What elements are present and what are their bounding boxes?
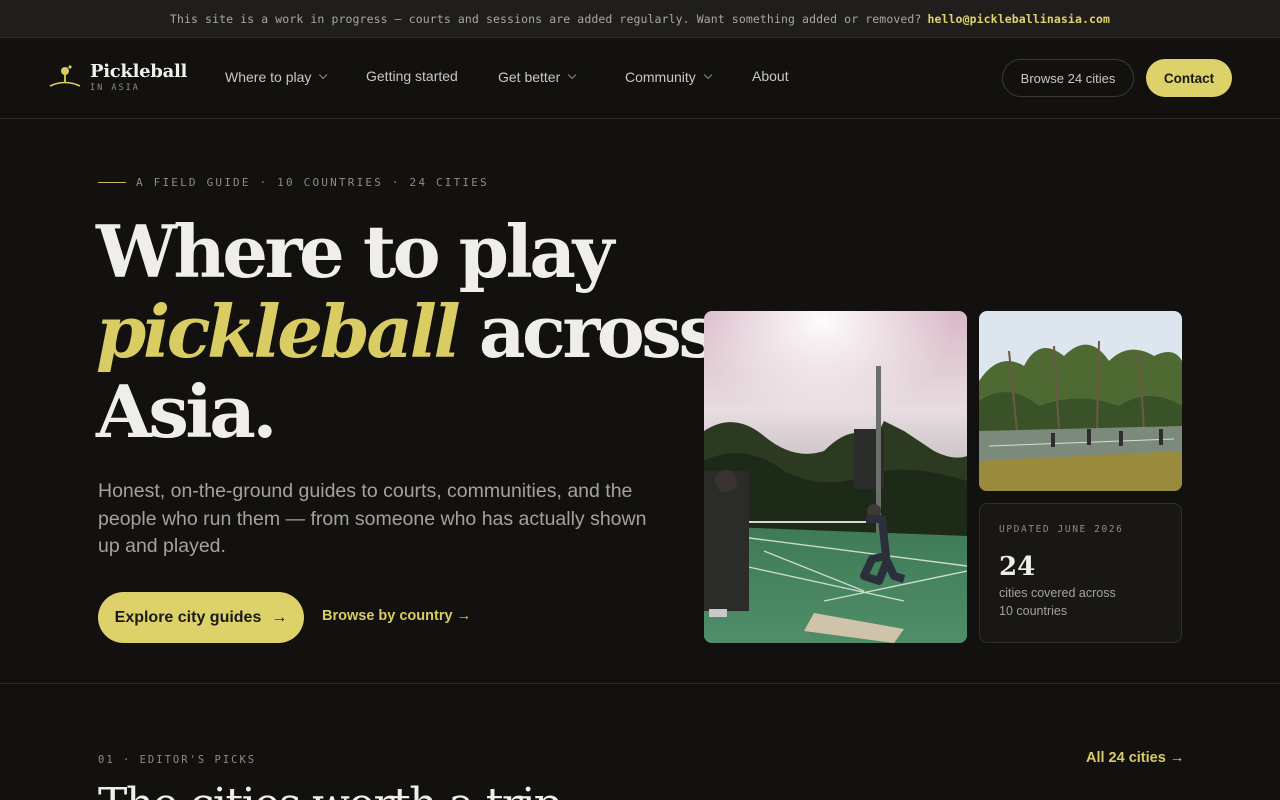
nav-about[interactable]: About <box>752 68 789 84</box>
section-title: The cities worth a trip <box>98 780 562 800</box>
updated-label: UPDATED JUNE 2026 <box>999 524 1124 535</box>
brand-tagline: IN ASIA <box>90 83 140 93</box>
hero-lede: Honest, on-the-ground guides to courts, … <box>98 480 647 557</box>
paddle-logo-icon <box>48 62 82 92</box>
nav-label: Get better <box>498 69 561 85</box>
all-cities-link[interactable]: All 24 cities → <box>1086 750 1184 766</box>
browse-by-country-link[interactable]: Browse by country → <box>322 608 471 624</box>
announcement-bar: This site is a work in progress — courts… <box>0 0 1280 38</box>
park-courts-photo <box>979 311 1182 491</box>
headline-line-2: across <box>478 289 719 374</box>
brand-name: Pickleball <box>90 61 188 82</box>
site-logo[interactable]: Pickleball IN ASIA <box>48 62 187 93</box>
section-divider <box>0 683 1280 684</box>
arrow-right-icon: → <box>456 608 472 624</box>
arrow-right-icon: → <box>271 608 288 626</box>
coverage-stat-card: UPDATED JUNE 2026 24 cities covered acro… <box>979 503 1182 643</box>
announcement-text: This site is a work in progress — courts… <box>169 11 922 26</box>
hero-headline: Where to play pickleball across Asia. <box>96 209 719 454</box>
headline-line-1: Where to play <box>96 209 614 294</box>
coverage-description: cities covered across 10 countries <box>999 586 1116 618</box>
cta-label: Explore city guides <box>114 608 262 626</box>
headline-line-3: Asia. <box>96 369 277 454</box>
link-label: Browse by country <box>322 608 453 624</box>
nav-getting-started[interactable]: Getting started <box>366 68 458 84</box>
nav-label: Getting started <box>366 68 458 84</box>
headline-emphasis: pickleball <box>96 289 461 374</box>
nav-get-better[interactable]: Get better <box>498 69 577 85</box>
link-label: All 24 cities <box>1086 750 1166 766</box>
hero-eyebrow: A FIELD GUIDE · 10 COUNTRIES · 24 CITIES <box>98 176 489 189</box>
court-evening-photo <box>704 311 967 643</box>
cities-count: 24 <box>999 552 1036 582</box>
chevron-down-icon <box>568 70 577 80</box>
chevron-down-icon <box>319 70 328 80</box>
eyebrow-text: A FIELD GUIDE · 10 COUNTRIES · 24 CITIES <box>136 176 489 189</box>
arrow-right-icon: → <box>1169 750 1185 766</box>
explore-city-guides-button[interactable]: Explore city guides → <box>98 592 304 643</box>
main-nav: Pickleball IN ASIA Where to play Getting… <box>0 38 1280 119</box>
browse-cities-button[interactable]: Browse 24 cities <box>1002 59 1134 97</box>
contact-email-link[interactable]: hello@pickleballinasia.com <box>927 12 1110 26</box>
section-eyebrow: 01 · EDITOR'S PICKS <box>98 754 257 766</box>
eyebrow-rule <box>98 182 126 183</box>
nav-community[interactable]: Community <box>625 69 713 85</box>
nav-label: Where to play <box>225 69 312 85</box>
nav-label: Community <box>625 69 696 85</box>
contact-button[interactable]: Contact <box>1146 59 1232 97</box>
chevron-down-icon <box>703 70 713 80</box>
nav-label: About <box>752 68 789 84</box>
nav-where-to-play[interactable]: Where to play <box>225 69 328 85</box>
